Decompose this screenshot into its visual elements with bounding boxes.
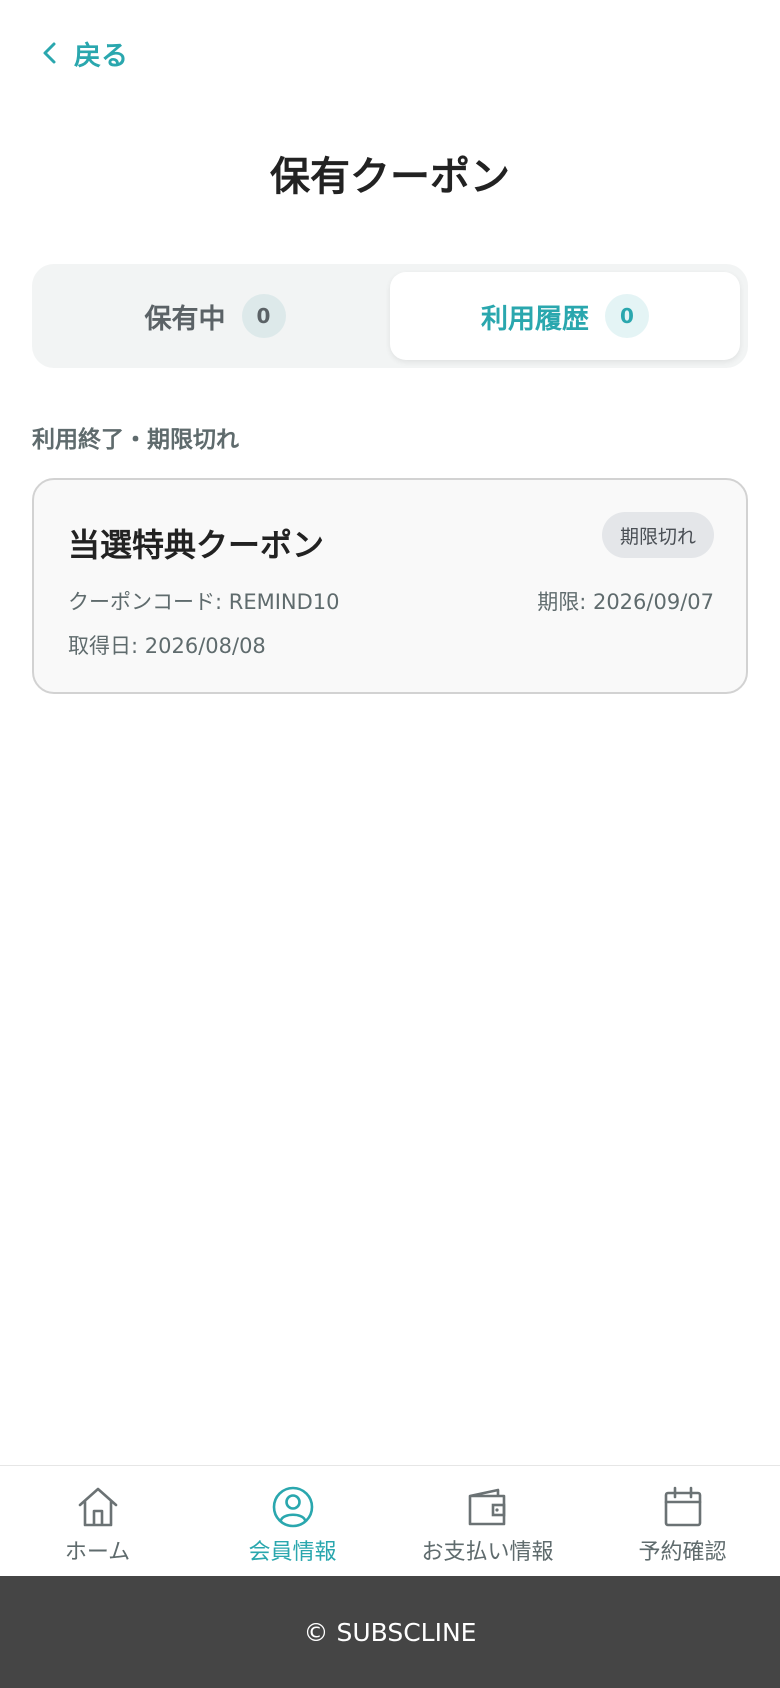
tab-holding-count-badge: 0 — [241, 294, 286, 338]
coupon-tabs: 保有中 0 利用履歴 0 — [32, 264, 748, 368]
nav-label-payment: お支払い情報 — [421, 1540, 554, 1565]
back-label: 戻る — [74, 40, 128, 72]
section-heading: 利用終了・期限切れ — [32, 427, 239, 453]
coupon-title: 当選特典クーポン — [68, 526, 325, 564]
nav-item-reservation[interactable]: 予約確認 — [585, 1466, 780, 1576]
coupon-expiry: 期限: 2026/09/07 — [537, 590, 714, 614]
nav-label-reservation: 予約確認 — [638, 1540, 727, 1565]
tab-holding-label: 保有中 — [144, 303, 226, 335]
nav-item-payment[interactable]: お支払い情報 — [390, 1466, 585, 1576]
calendar-icon — [664, 1486, 701, 1527]
coupon-card[interactable]: 当選特典クーポン 期限切れ クーポンコード: REMIND10 期限: 2026… — [32, 478, 748, 694]
tab-history-count-badge: 0 — [605, 294, 649, 338]
coupon-code: クーポンコード: REMIND10 — [68, 590, 340, 614]
user-icon — [272, 1486, 313, 1528]
page-title: 保有クーポン — [270, 154, 510, 200]
nav-item-home[interactable]: ホーム — [0, 1466, 195, 1576]
tab-holding[interactable]: 保有中 0 — [40, 272, 390, 360]
status-badge: 期限切れ — [601, 512, 714, 558]
nav-label-member: 会員情報 — [248, 1540, 337, 1565]
tab-history[interactable]: 利用履歴 0 — [390, 272, 740, 360]
nav-item-member[interactable]: 会員情報 — [195, 1466, 390, 1576]
bottom-nav: ホーム 会員情報 お支払い情報 予約確認 — [0, 1465, 780, 1576]
coupon-acquired-date: 取得日: 2026/08/08 — [68, 634, 266, 658]
copyright-text: © SUBSCLINE — [303, 1617, 477, 1647]
chevron-left-icon — [43, 42, 56, 64]
footer: © SUBSCLINE — [0, 1576, 780, 1688]
nav-label-home: ホーム — [64, 1540, 131, 1565]
tab-history-label: 利用履歴 — [481, 303, 589, 335]
wallet-icon — [468, 1488, 505, 1526]
back-button[interactable]: 戻る — [40, 30, 128, 76]
home-icon — [78, 1487, 117, 1527]
